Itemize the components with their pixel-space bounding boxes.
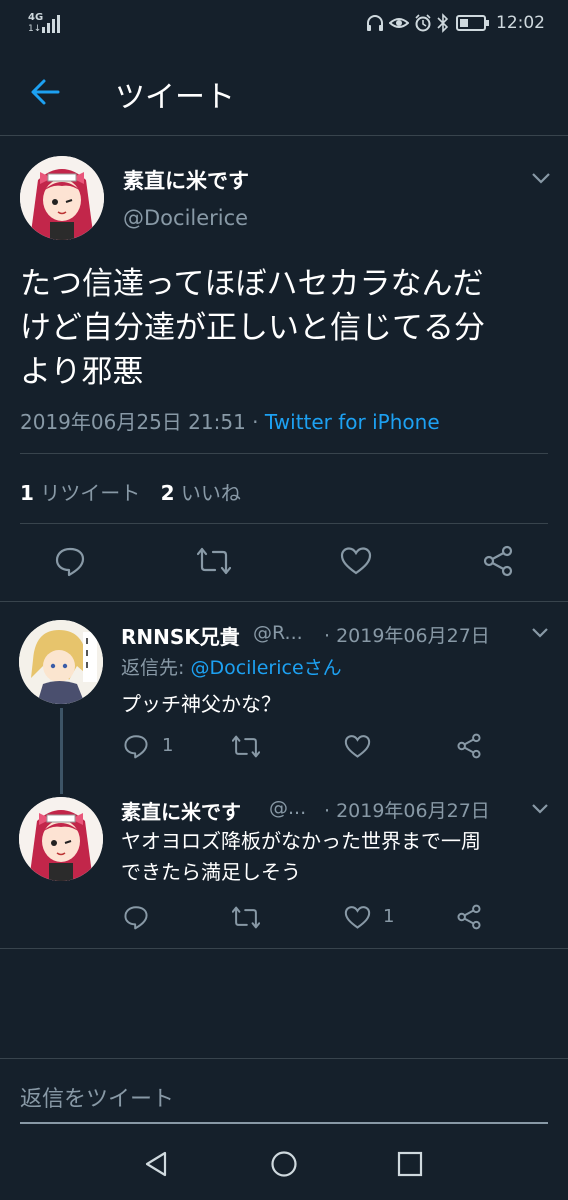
app-header: ツイート <box>0 48 568 136</box>
reply-input-underline <box>20 1122 548 1124</box>
nav-home-icon[interactable] <box>270 1150 298 1178</box>
reply-text: ヤオヨロズ降板がなかった世界まで一周 できたら満足しそう <box>121 826 481 888</box>
back-arrow-icon[interactable] <box>30 78 60 106</box>
main-tweet-text: たつ信達ってほぼハセカラなんだ けど自分達が正しいと信じてる分 より邪悪 <box>20 262 560 394</box>
reply-to-line: 返信先: @Docilericeさん <box>121 653 342 680</box>
reply-display-name[interactable]: RNNSK兄貴 <box>121 621 240 650</box>
headphones-icon <box>366 14 384 32</box>
alarm-icon <box>414 14 432 32</box>
reply-reply-icon[interactable] <box>123 733 149 759</box>
reply-share-icon[interactable] <box>456 733 482 759</box>
like-heart-icon[interactable] <box>340 546 372 576</box>
retweet-stat[interactable]: 1 リツイート <box>20 481 147 505</box>
network-type: 4G <box>28 12 44 23</box>
reply-text: プッチ神父かな？ <box>121 692 281 716</box>
bluetooth-icon <box>437 13 449 33</box>
meta-separator: · <box>245 410 265 434</box>
reply-menu-chevron-icon[interactable] <box>531 627 549 638</box>
status-bar: 4G 1↓ 12:02 <box>0 0 568 48</box>
page-title: ツイート <box>115 80 235 115</box>
main-tweet-text-line: たつ信達ってほぼハセカラなんだ <box>20 266 484 302</box>
retweet-label: リツイート <box>40 481 141 505</box>
main-tweet-text-line: より邪悪 <box>20 354 144 390</box>
reply-like-icon[interactable] <box>344 905 371 930</box>
main-tweet-display-name[interactable]: 素直に米です <box>123 165 249 195</box>
reply-date: · 2019年06月27日 <box>324 800 490 822</box>
main-tweet-text-line: けど自分達が正しいと信じてる分 <box>20 310 485 346</box>
reply-like-icon[interactable] <box>344 734 371 759</box>
like-stat[interactable]: 2 いいね <box>161 481 241 505</box>
reply-text-line: できたら満足しそう <box>121 860 301 884</box>
stats-divider-top <box>20 453 548 454</box>
battery-icon <box>456 14 490 32</box>
retweet-count: 1 <box>20 481 34 505</box>
like-count: 2 <box>160 481 175 505</box>
reply-tweet: RNNSK兄貴 @R... · 2019年06月27日 返信先: @Docile… <box>0 602 568 794</box>
reply-avatar[interactable] <box>19 620 103 704</box>
signal-icon <box>42 13 64 33</box>
main-tweet: 素直に米です @Docilerice たつ信達ってほぼハセカラなんだ けど自分達… <box>0 136 568 601</box>
tweet-source-link[interactable]: Twitter for iPhone <box>265 410 440 434</box>
reply-menu-chevron-icon[interactable] <box>531 803 549 814</box>
reply-reply-count: 1 <box>162 735 174 756</box>
reply-tweet: 素直に米です @... · 2019年06月27日 ヤオヨロズ降板がなかった世界… <box>0 782 568 948</box>
reply-text-line: ヤオヨロズ降板がなかった世界まで一周 <box>121 829 481 853</box>
reply-retweet-icon[interactable] <box>232 734 260 759</box>
main-tweet-timestamp: 2019年06月25日 21:51 <box>20 410 246 434</box>
reply-handle[interactable]: @R... <box>253 622 303 644</box>
reply-share-icon[interactable] <box>456 904 482 930</box>
reply-date: · 2019年06月27日 <box>324 625 490 647</box>
system-navigation-bar <box>0 1128 568 1200</box>
main-tweet-handle[interactable]: @Docilerice <box>123 206 248 230</box>
retweet-icon[interactable] <box>197 546 231 576</box>
reply-like-count: 1 <box>383 906 395 927</box>
like-label: いいね <box>180 481 241 505</box>
nav-recents-icon[interactable] <box>397 1151 423 1177</box>
reply-reply-icon[interactable] <box>123 904 149 930</box>
nav-back-icon[interactable] <box>143 1150 171 1178</box>
main-tweet-meta: 2019年06月25日 21:51 · Twitter for iPhone <box>20 406 440 435</box>
replies-end-divider <box>0 948 568 949</box>
stats-divider-bottom <box>20 523 548 524</box>
reply-composer[interactable]: 返信をツイート <box>0 1059 568 1125</box>
reply-input-placeholder[interactable]: 返信をツイート <box>20 1081 174 1113</box>
reply-icon[interactable] <box>54 545 86 577</box>
share-icon[interactable] <box>482 545 514 577</box>
reply-avatar[interactable] <box>19 797 103 881</box>
reply-display-name[interactable]: 素直に米です <box>121 796 241 825</box>
reply-to-label: 返信先: <box>121 657 185 679</box>
main-tweet-avatar[interactable] <box>20 156 104 240</box>
engagement-stats: 1 リツイート 2 いいね <box>20 477 241 506</box>
reply-handle[interactable]: @... <box>269 797 306 819</box>
status-time: 12:02 <box>496 13 545 33</box>
main-tweet-menu-chevron-icon[interactable] <box>531 172 551 184</box>
eye-comfort-icon <box>389 15 409 31</box>
network-activity: 1↓ <box>28 24 42 34</box>
reply-retweet-icon[interactable] <box>232 905 260 930</box>
reply-to-handle-link[interactable]: @Docilericeさん <box>190 657 341 679</box>
